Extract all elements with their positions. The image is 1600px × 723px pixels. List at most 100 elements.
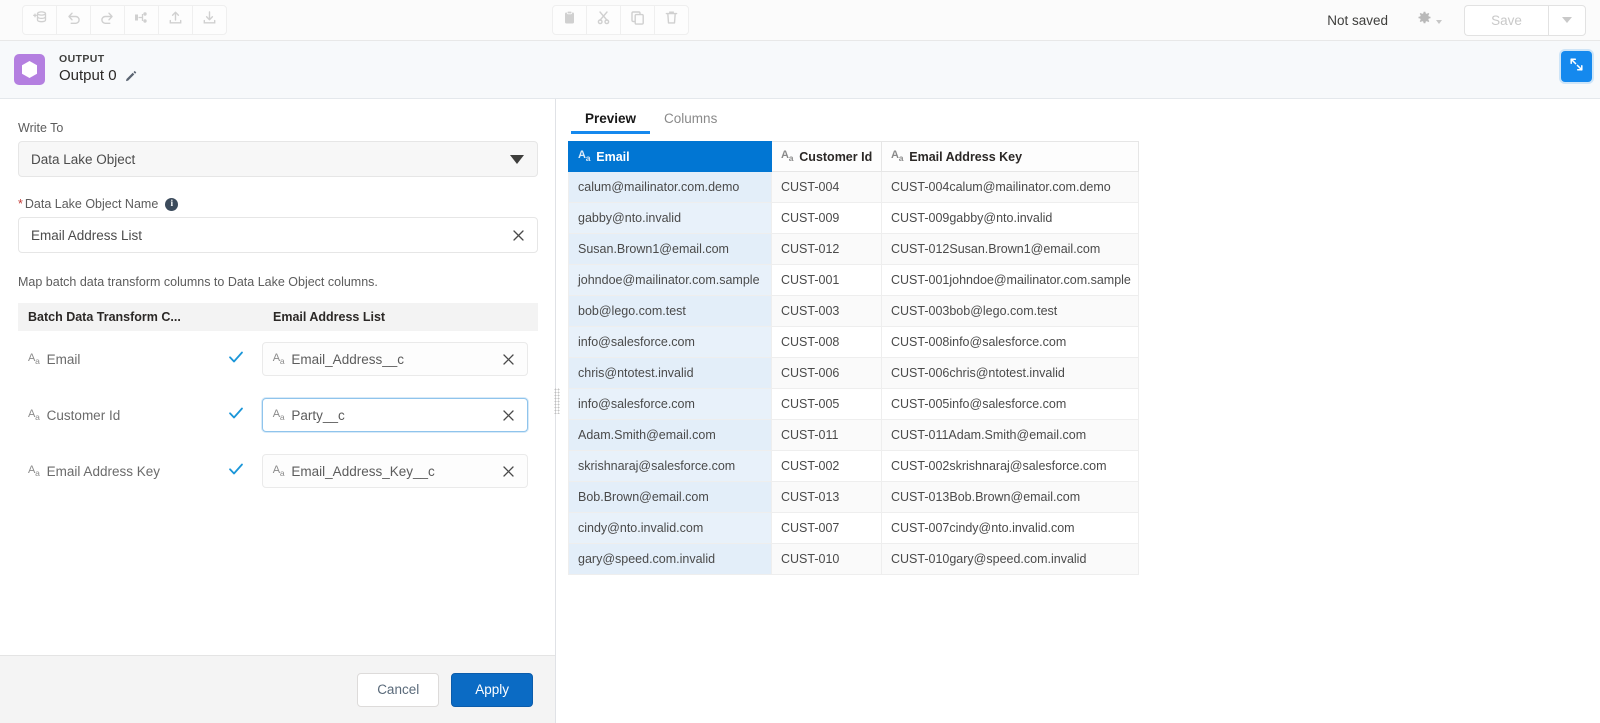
chevron-down-icon — [1436, 20, 1442, 24]
text-type-icon: Aa — [28, 351, 40, 367]
check-icon — [227, 460, 245, 483]
clear-mapping-icon-1[interactable] — [502, 409, 515, 422]
expand-panel-button[interactable] — [1561, 51, 1592, 82]
redo-button[interactable] — [90, 5, 125, 35]
paste-icon — [561, 9, 578, 31]
upload-icon — [167, 9, 184, 31]
table-row: chris@ntotest.invalid CUST-006 CUST-006chr… — [568, 357, 1139, 389]
table-row: cindy@nto.invalid.com CUST-007 CUST-007cin… — [568, 512, 1139, 544]
branch-button[interactable] — [124, 5, 159, 35]
tab-columns[interactable]: Columns — [650, 111, 731, 134]
table-row: info@salesforce.com CUST-005 CUST-005info@… — [568, 388, 1139, 420]
mapping-source-label-1: Customer Id — [46, 407, 121, 423]
write-to-select[interactable]: Data Lake Object — [18, 141, 538, 177]
mapping-table-header: Batch Data Transform C... Email Address … — [18, 303, 538, 331]
undo-button[interactable] — [56, 5, 91, 35]
column-header-customer-id[interactable]: Aa Customer Id — [771, 141, 882, 172]
write-to-label: Write To — [18, 121, 64, 135]
text-type-icon: Aa — [28, 463, 40, 479]
add-object-button[interactable] — [22, 5, 57, 35]
text-type-icon: Aa — [272, 463, 285, 479]
table-cell: CUST-013Bob.Brown@email.com — [881, 481, 1139, 513]
upload-button[interactable] — [158, 5, 193, 35]
object-name-value: Email Address List — [31, 227, 143, 243]
required-asterisk: * — [18, 197, 23, 211]
table-cell: gabby@nto.invalid — [568, 202, 772, 234]
table-cell: gary@speed.com.invalid — [568, 543, 772, 575]
mapping-target-input-2[interactable]: Aa Email_Address_Key__c — [261, 454, 528, 488]
paste-button[interactable] — [552, 5, 587, 35]
undo-icon — [65, 9, 82, 31]
info-icon[interactable]: i — [165, 197, 179, 211]
mapping-status-1 — [209, 404, 261, 427]
mapping-target-input-1[interactable]: Aa Party__c — [261, 398, 528, 432]
top-toolbar: Not saved Save — [0, 0, 1600, 41]
node-type-label: OUTPUT — [59, 53, 105, 66]
delete-button[interactable] — [654, 5, 689, 35]
table-cell: CUST-001johndoe@mailinator.com.sample — [881, 264, 1139, 296]
table-cell: CUST-012 — [771, 233, 882, 265]
node-title-row: Output 0 — [59, 67, 138, 86]
mapping-source-label-2: Email Address Key — [46, 463, 160, 479]
table-row: johndoe@mailinator.com.sample CUST-001 CUS… — [568, 264, 1139, 296]
chevron-down-icon — [1562, 17, 1572, 23]
clear-mapping-icon-2[interactable] — [502, 465, 515, 478]
column-mapping-table: Batch Data Transform C... Email Address … — [18, 303, 538, 499]
text-type-icon: Aa — [272, 407, 285, 423]
download-button[interactable] — [192, 5, 227, 35]
table-row: Susan.Brown1@email.com CUST-012 CUST-012Su… — [568, 233, 1139, 265]
mapping-target-input-0[interactable]: Aa Email_Address__c — [261, 342, 528, 376]
cut-icon — [595, 9, 612, 31]
table-cell: CUST-007cindy@nto.invalid.com — [881, 512, 1139, 544]
table-cell: johndoe@mailinator.com.sample — [568, 264, 772, 296]
mapping-target-value-1: Party__c — [291, 407, 345, 423]
clear-object-name-icon[interactable] — [512, 229, 525, 242]
table-row: Aa Email Aa Email_Address__c — [18, 331, 538, 387]
copy-icon — [629, 9, 646, 31]
column-header-email-address-key[interactable]: Aa Email Address Key — [881, 141, 1139, 172]
column-header-email[interactable]: Aa Email — [568, 141, 772, 172]
output-node-icon — [14, 54, 45, 85]
apply-button[interactable]: Apply — [451, 672, 533, 707]
table-cell: CUST-009 — [771, 202, 882, 234]
mapping-source-header: Batch Data Transform C... — [28, 310, 181, 324]
expand-icon — [1569, 57, 1584, 77]
cut-button[interactable] — [586, 5, 621, 35]
output-config-panel: Write To Data Lake Object * Data Lake Obj… — [0, 99, 556, 723]
save-status-text: Not saved — [1327, 12, 1388, 28]
table-cell: Adam.Smith@email.com — [568, 419, 772, 451]
table-cell: Susan.Brown1@email.com — [568, 233, 772, 265]
preview-tabs: Preview Columns — [557, 99, 1600, 134]
column-header-email-address-key-label: Email Address Key — [909, 149, 1023, 164]
object-name-input[interactable]: Email Address List — [18, 217, 538, 253]
table-cell: info@salesforce.com — [568, 388, 772, 420]
table-row: calum@mailinator.com.demo CUST-004 CUST-00… — [568, 171, 1139, 203]
pencil-icon[interactable] — [124, 70, 138, 84]
table-cell: CUST-006 — [771, 357, 882, 389]
panel-resize-handle[interactable] — [552, 380, 562, 422]
clear-mapping-icon-0[interactable] — [502, 353, 515, 366]
table-cell: info@salesforce.com — [568, 326, 772, 358]
table-row: Aa Customer Id Aa Party__c — [18, 387, 538, 443]
object-name-label-text: Data Lake Object Name — [24, 197, 159, 211]
table-cell: CUST-006chris@ntotest.invalid — [881, 357, 1139, 389]
table-cell: CUST-013 — [771, 481, 882, 513]
table-cell: CUST-009gabby@nto.invalid — [881, 202, 1139, 234]
table-row: Aa Email Address Key Aa Email_Address_Ke… — [18, 443, 538, 499]
output-config-body: Write To Data Lake Object * Data Lake Obj… — [0, 99, 555, 655]
settings-menu-button[interactable] — [1416, 9, 1442, 31]
delete-icon — [663, 9, 680, 31]
table-cell: CUST-011Adam.Smith@email.com — [881, 419, 1139, 451]
table-cell: CUST-012Susan.Brown1@email.com — [881, 233, 1139, 265]
chevron-down-icon — [510, 154, 524, 164]
tab-preview[interactable]: Preview — [571, 111, 651, 134]
save-dropdown-button[interactable] — [1548, 4, 1586, 36]
table-cell: CUST-011 — [771, 419, 882, 451]
text-type-icon: Aa — [891, 149, 904, 164]
table-cell: CUST-003bob@lego.com.test — [881, 295, 1139, 327]
cancel-button[interactable]: Cancel — [357, 672, 440, 707]
save-button[interactable]: Save — [1464, 4, 1548, 36]
gear-icon — [1416, 9, 1433, 31]
copy-button[interactable] — [620, 5, 655, 35]
node-title: Output 0 — [59, 67, 117, 85]
